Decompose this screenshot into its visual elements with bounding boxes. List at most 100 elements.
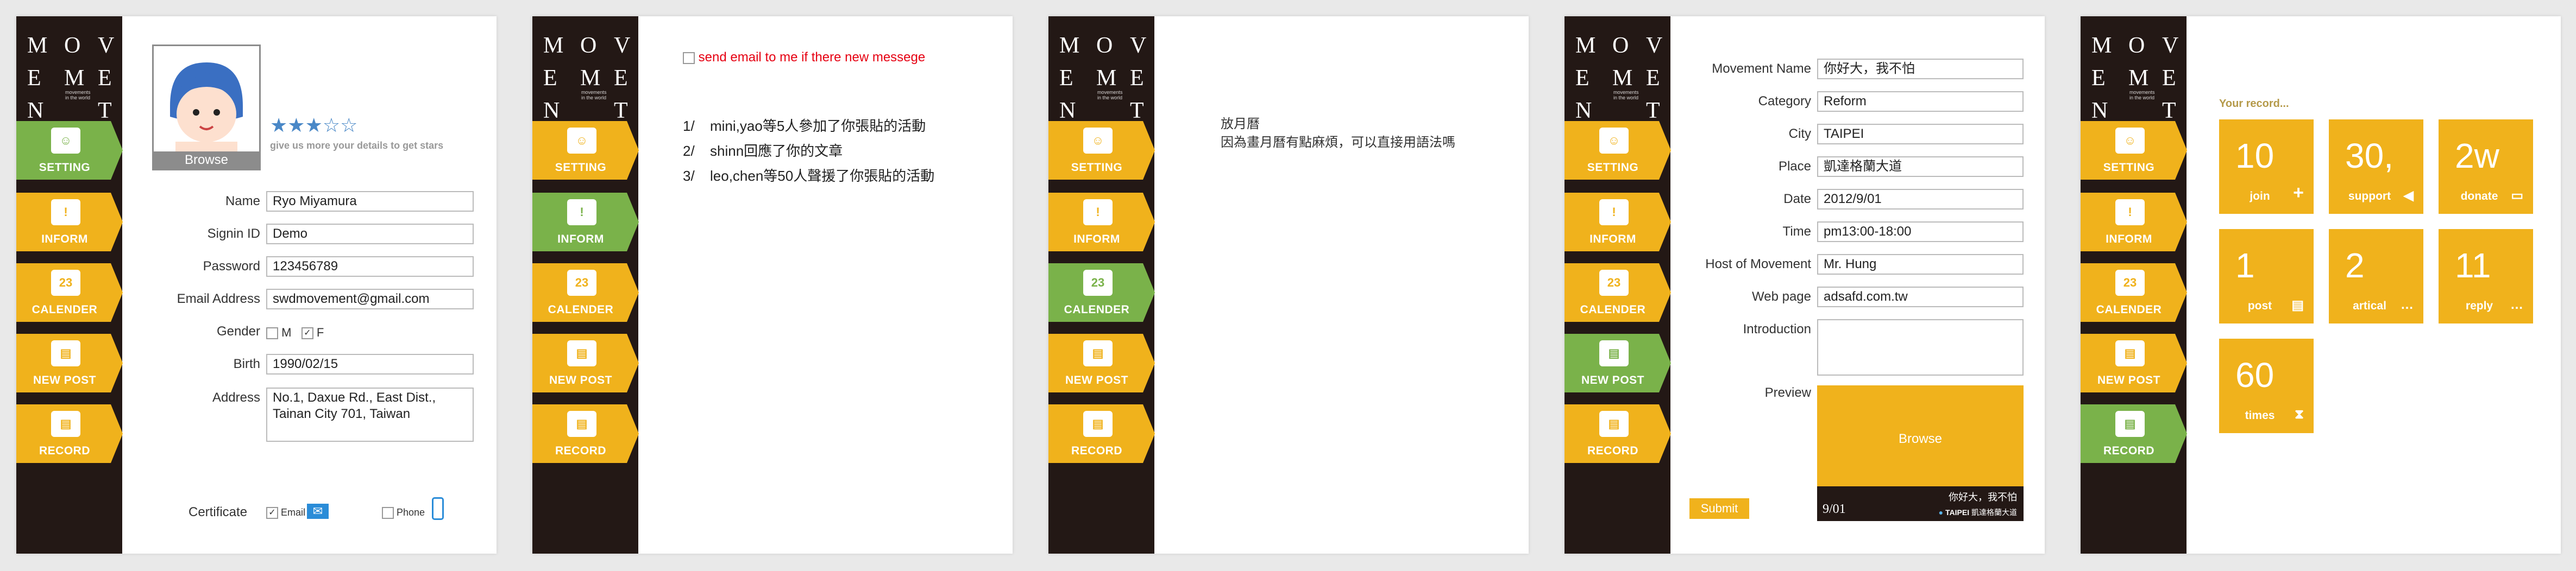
webpage-field[interactable]: adsafd.com.tw: [1817, 287, 2024, 307]
nav-record[interactable]: ▤ RECORD: [1048, 404, 1155, 463]
gender-f-checkbox[interactable]: ✓: [301, 327, 313, 340]
record-icon: ▤: [51, 411, 80, 437]
star-filled-icon: ★: [305, 114, 323, 136]
submit-button[interactable]: Submit: [1689, 498, 1749, 519]
nav-setting[interactable]: ☺ SETTING: [1565, 121, 1671, 180]
date-field[interactable]: 2012/9/01: [1817, 189, 2024, 210]
money-icon: ▭: [2511, 188, 2523, 203]
nav-inform[interactable]: ! INFORM: [16, 193, 123, 251]
record-tile-post[interactable]: 1 post ▤: [2219, 229, 2314, 323]
record-tile-support[interactable]: 30, support ◀: [2329, 119, 2423, 214]
notification-list: 1/mini,yao等5人參加了你張貼的活動 2/shinn回應了你的文章 3/…: [683, 115, 934, 190]
notification-item[interactable]: 3/leo,chen等50人聲援了你張貼的活動: [683, 165, 934, 190]
nav-inform[interactable]: ! INFORM: [2081, 193, 2187, 251]
nav-newpost[interactable]: ▤ NEW POST: [16, 334, 123, 392]
email-notify-checkbox[interactable]: [683, 52, 695, 64]
nav-setting[interactable]: ☺ SETTING: [16, 121, 123, 180]
nav-inform[interactable]: ! INFORM: [1048, 193, 1155, 251]
exclamation-icon: !: [1599, 199, 1629, 225]
hourglass-icon: ⧗: [2295, 407, 2304, 422]
avatar-icon: ☺: [1599, 128, 1629, 154]
document-icon: ▤: [2291, 298, 2304, 313]
avatar-icon: ☺: [1083, 128, 1113, 154]
calendar-icon: 23: [2115, 270, 2145, 296]
nav-setting[interactable]: ☺ SETTING: [532, 121, 639, 180]
calendar-placeholder: 放月曆 因為畫月曆有點麻煩，可以直接用語法嗎: [1221, 117, 1455, 150]
movement-name-field[interactable]: 你好大，我不怕: [1817, 59, 2024, 79]
brand-logo: MOV EME NT movements in the world: [2091, 33, 2179, 123]
nav-calender[interactable]: 23 CALENDER: [16, 263, 123, 322]
nav-calender[interactable]: 23 CALENDER: [2081, 263, 2187, 322]
nav-calender[interactable]: 23 CALENDER: [532, 263, 639, 322]
star-empty-icon: ☆: [340, 114, 358, 136]
record-icon: ▤: [1599, 411, 1629, 437]
star-empty-icon: ☆: [322, 114, 341, 136]
email-field[interactable]: swdmovement@gmail.com: [266, 289, 474, 309]
avatar-icon: ☺: [2115, 128, 2145, 154]
record-screen: MOV EME NT movements in the world ☺ SETTIN…: [2081, 16, 2561, 554]
gender-m-checkbox[interactable]: [266, 327, 278, 340]
record-tile-join[interactable]: 10 join +: [2219, 119, 2314, 214]
star-filled-icon: ★: [270, 114, 288, 136]
certificate-row: Certificate ✓ Email ✉ Phone: [122, 497, 497, 522]
exclamation-icon: !: [51, 199, 80, 225]
nav-newpost[interactable]: ▤ NEW POST: [1565, 334, 1671, 392]
phone-icon: [432, 497, 444, 520]
nav-record[interactable]: ▤ RECORD: [2081, 404, 2187, 463]
avatar[interactable]: Browse: [152, 45, 261, 170]
password-field[interactable]: 123456789: [266, 256, 474, 277]
cert-phone-checkbox[interactable]: [382, 507, 394, 519]
sidebar: MOV EME NT movements in the world ☺ SETTIN…: [1565, 16, 1671, 554]
location-pin-icon: ●: [1938, 508, 1944, 517]
city-field[interactable]: TAIPEI: [1817, 124, 2024, 144]
nav-calender[interactable]: 23 CALENDER: [1048, 263, 1155, 322]
browse-button[interactable]: Browse: [154, 151, 259, 169]
email-icon: ✉: [307, 504, 329, 519]
host-field[interactable]: Mr. Hung: [1817, 254, 2024, 275]
preview-browse-button[interactable]: Browse: [1817, 432, 2024, 447]
introduction-field[interactable]: [1817, 319, 2024, 376]
exclamation-icon: !: [567, 199, 596, 225]
address-field[interactable]: No.1, Daxue Rd., East Dist., Tainan City…: [266, 388, 474, 442]
record-heading: Your record...: [2219, 98, 2289, 110]
nav-inform[interactable]: ! INFORM: [1565, 193, 1671, 251]
place-field[interactable]: 凱達格蘭大道: [1817, 156, 2024, 177]
nav-setting[interactable]: ☺ SETTING: [1048, 121, 1155, 180]
record-tile-reply[interactable]: 11 reply…: [2439, 229, 2533, 323]
newpost-screen: MOV EME NT movements in the world ☺ SETTIN…: [1565, 16, 2045, 554]
record-tile-times[interactable]: 60 times ⧗: [2219, 339, 2314, 433]
sidebar: MOV EME NT movements in the world ☺ SETTIN…: [2081, 16, 2187, 554]
record-tile-artical[interactable]: 2 artical…: [2329, 229, 2423, 323]
birth-field[interactable]: 1990/02/15: [266, 354, 474, 375]
signin-id-field[interactable]: Demo: [266, 224, 474, 244]
nav-calender[interactable]: 23 CALENDER: [1565, 263, 1671, 322]
plus-icon: +: [2293, 182, 2304, 203]
cert-email-checkbox[interactable]: ✓: [266, 507, 278, 519]
star-filled-icon: ★: [287, 114, 305, 136]
notification-item[interactable]: 2/shinn回應了你的文章: [683, 140, 934, 165]
nav-record[interactable]: ▤ RECORD: [16, 404, 123, 463]
brand-logo: M O E M V E N T movements in the world: [27, 33, 115, 123]
nav-setting[interactable]: ☺ SETTING: [2081, 121, 2187, 180]
sidebar: M O E M V E N T movements in the world ☺ S…: [16, 16, 123, 554]
nav-newpost[interactable]: ▤ NEW POST: [1048, 334, 1155, 392]
record-tile-donate[interactable]: 2w donate ▭: [2439, 119, 2533, 214]
post-icon: ▤: [2115, 340, 2145, 366]
megaphone-icon: ◀: [2403, 188, 2414, 203]
nav-newpost[interactable]: ▤ NEW POST: [2081, 334, 2187, 392]
name-field[interactable]: Ryo Miyamura: [266, 191, 474, 212]
notification-item[interactable]: 1/mini,yao等5人參加了你張貼的活動: [683, 115, 934, 140]
nav-record[interactable]: ▤ RECORD: [532, 404, 639, 463]
post-icon: ▤: [51, 340, 80, 366]
preview-card[interactable]: Browse 9/01 你好大，我不怕 ● TAIPEI 凱達格蘭大道: [1817, 385, 2024, 521]
avatar-icon: ☺: [567, 128, 596, 154]
category-field[interactable]: Reform: [1817, 91, 2024, 112]
nav-inform[interactable]: ! INFORM: [532, 193, 639, 251]
record-icon: ▤: [2115, 411, 2145, 437]
calendar-icon: 23: [51, 270, 80, 296]
email-notify-option[interactable]: send email to me if there new messege: [683, 50, 925, 65]
nav-record[interactable]: ▤ RECORD: [1565, 404, 1671, 463]
time-field[interactable]: pm13:00-18:00: [1817, 221, 2024, 242]
post-icon: ▤: [1599, 340, 1629, 366]
nav-newpost[interactable]: ▤ NEW POST: [532, 334, 639, 392]
